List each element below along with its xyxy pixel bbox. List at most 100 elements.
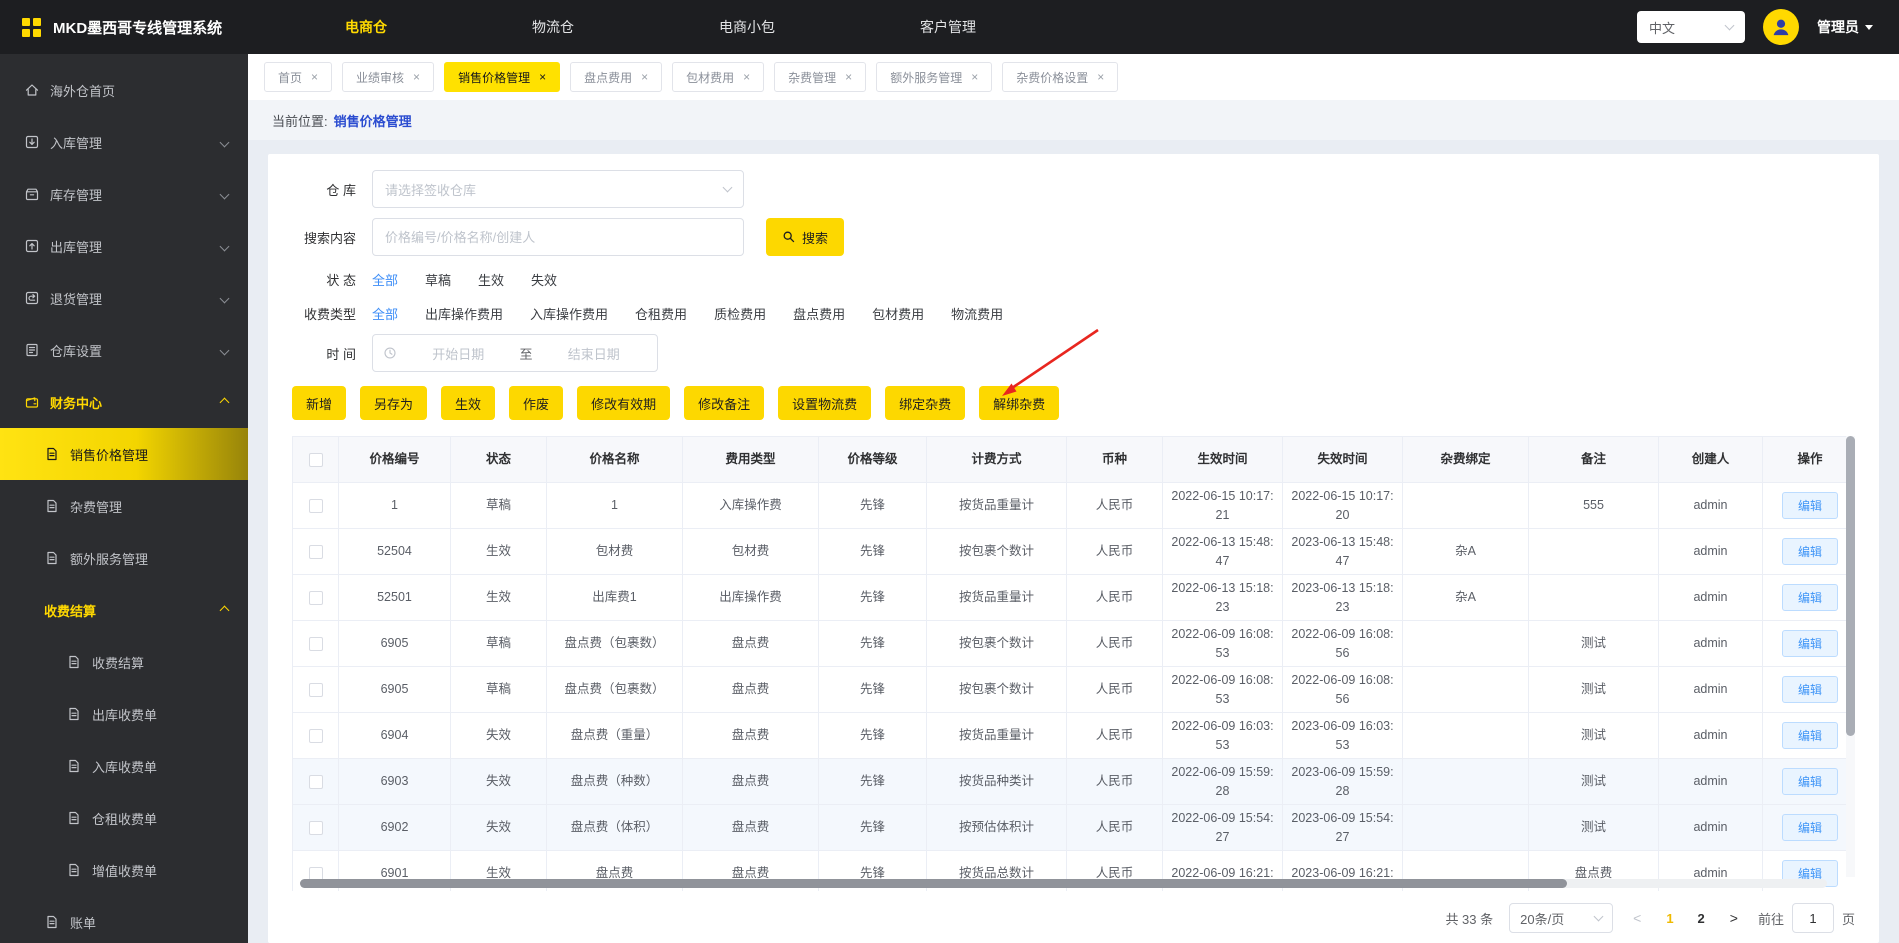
sidebar-item[interactable]: 出库管理 [0, 220, 248, 272]
row-checkbox[interactable] [308, 682, 323, 697]
close-icon[interactable]: × [311, 70, 318, 84]
sidebar-item[interactable]: 仓租收费单 [0, 792, 248, 844]
action-button[interactable]: 作废 [509, 386, 564, 420]
sidebar-item[interactable]: 入库管理 [0, 116, 248, 168]
close-icon[interactable]: × [1097, 70, 1104, 84]
action-button[interactable]: 修改备注 [684, 386, 765, 420]
filter-option[interactable]: 物流费用 [951, 304, 1003, 323]
row-checkbox[interactable] [308, 498, 323, 513]
sidebar-item[interactable]: 收费结算 [0, 636, 248, 688]
sidebar-item[interactable]: 销售价格管理 [0, 428, 248, 480]
page-tab[interactable]: 盘点费用 × [570, 62, 663, 92]
top-nav-item-default[interactable]: 物流仓 [532, 17, 574, 37]
row-checkbox[interactable] [308, 544, 323, 559]
warehouse-select[interactable]: 请选择签收仓库 [372, 170, 744, 208]
top-nav-item-default[interactable]: 客户管理 [920, 17, 976, 37]
page-size-select[interactable]: 20条/页 [1509, 903, 1614, 933]
filter-option[interactable]: 生效 [478, 270, 504, 289]
top-nav-item-active[interactable]: 电商仓 [345, 17, 387, 37]
close-icon[interactable]: × [539, 70, 546, 84]
page-tab[interactable]: 销售价格管理 × [444, 62, 561, 92]
page-number-button[interactable]: 2 [1693, 911, 1710, 926]
sidebar-item[interactable]: 库存管理 [0, 168, 248, 220]
action-button[interactable]: 生效 [441, 386, 496, 420]
avatar[interactable] [1763, 9, 1799, 45]
edit-button[interactable]: 编辑 [1781, 676, 1838, 703]
action-button[interactable]: 绑定杂费 [885, 386, 966, 420]
row-checkbox[interactable] [308, 820, 323, 835]
row-checkbox[interactable] [308, 636, 323, 651]
page-tab[interactable]: 额外服务管理 × [876, 62, 993, 92]
filter-option[interactable]: 全部 [372, 304, 398, 323]
sidebar-item[interactable]: 入库收费单 [0, 740, 248, 792]
date-range-picker[interactable]: 开始日期 至 结束日期 [372, 334, 658, 372]
page-tab[interactable]: 杂费价格设置 × [1002, 62, 1119, 92]
vertical-scrollbar-thumb[interactable] [1846, 436, 1855, 736]
vertical-scrollbar[interactable] [1846, 436, 1855, 877]
filter-option[interactable]: 仓租费用 [635, 304, 687, 323]
prev-page-button[interactable]: < [1629, 910, 1645, 926]
search-input[interactable] [372, 218, 744, 256]
edit-button[interactable]: 编辑 [1781, 814, 1838, 841]
sidebar-item[interactable]: 财务中心 [0, 376, 248, 428]
sidebar-item[interactable]: 增值收费单 [0, 844, 248, 896]
page-tab[interactable]: 包材费用 × [672, 62, 765, 92]
filter-option[interactable]: 草稿 [425, 270, 451, 289]
sidebar-item[interactable]: 额外服务管理 [0, 532, 248, 584]
row-checkbox[interactable] [308, 774, 323, 789]
action-button[interactable]: 设置物流费 [778, 386, 872, 420]
sidebar-item[interactable]: 杂费管理 [0, 480, 248, 532]
sidebar-item[interactable]: 仓库设置 [0, 324, 248, 376]
apps-grid-icon[interactable] [22, 17, 41, 37]
inventory-icon [24, 186, 40, 202]
caret-down-icon [1865, 24, 1873, 34]
user-menu[interactable]: 管理员 [1817, 17, 1873, 37]
row-checkbox[interactable] [308, 590, 323, 605]
page-tab[interactable]: 首页 × [264, 62, 333, 92]
filter-option[interactable]: 质检费用 [714, 304, 766, 323]
edit-button[interactable]: 编辑 [1781, 722, 1838, 749]
language-select[interactable]: 中文 [1637, 11, 1745, 43]
edit-button[interactable]: 编辑 [1781, 630, 1838, 657]
horizontal-scrollbar[interactable] [300, 879, 1827, 888]
next-page-button[interactable]: > [1726, 910, 1742, 926]
filter-option[interactable]: 失效 [531, 270, 557, 289]
page-number-button[interactable]: 1 [1661, 911, 1678, 926]
breadcrumb-current[interactable]: 销售价格管理 [334, 111, 412, 130]
content: 仓 库 请选择签收仓库 搜索内容 搜索 状 态 全部 草稿 生效 失效 [248, 140, 1899, 943]
horizontal-scrollbar-thumb[interactable] [300, 879, 1568, 888]
filter-option[interactable]: 包材费用 [872, 304, 924, 323]
filter-option[interactable]: 全部 [372, 270, 398, 289]
row-checkbox[interactable] [308, 728, 323, 743]
search-row: 搜索内容 搜索 [292, 218, 1855, 256]
filter-option[interactable]: 入库操作费用 [530, 304, 608, 323]
close-icon[interactable]: × [845, 70, 852, 84]
edit-button[interactable]: 编辑 [1781, 768, 1838, 795]
filter-option[interactable]: 出库操作费用 [425, 304, 503, 323]
search-button[interactable]: 搜索 [766, 218, 845, 256]
sidebar-item[interactable]: 出库收费单 [0, 688, 248, 740]
top-nav-item-default[interactable]: 电商小包 [719, 17, 775, 37]
sidebar-item[interactable]: 收费结算 [0, 584, 248, 636]
sidebar-item[interactable]: 退货管理 [0, 272, 248, 324]
action-button[interactable]: 另存为 [360, 386, 428, 420]
cell-creator: admin [1658, 666, 1763, 713]
action-button[interactable]: 新增 [292, 386, 347, 420]
close-icon[interactable]: × [743, 70, 750, 84]
action-button[interactable]: 修改有效期 [577, 386, 671, 420]
filter-option[interactable]: 盘点费用 [793, 304, 845, 323]
close-icon[interactable]: × [641, 70, 648, 84]
page-tab[interactable]: 杂费管理 × [774, 62, 867, 92]
doc-icon [44, 550, 60, 566]
close-icon[interactable]: × [971, 70, 978, 84]
edit-button[interactable]: 编辑 [1781, 584, 1838, 611]
sidebar-item[interactable]: 海外仓首页 [0, 64, 248, 116]
page-tab[interactable]: 业绩审核 × [342, 62, 435, 92]
close-icon[interactable]: × [413, 70, 420, 84]
goto-page-input[interactable] [1791, 903, 1834, 933]
select-all-checkbox[interactable] [308, 452, 323, 467]
action-button[interactable]: 解绑杂费 [979, 386, 1060, 420]
edit-button[interactable]: 编辑 [1781, 538, 1838, 565]
sidebar-item[interactable]: 账单 [0, 896, 248, 943]
edit-button[interactable]: 编辑 [1781, 492, 1838, 519]
